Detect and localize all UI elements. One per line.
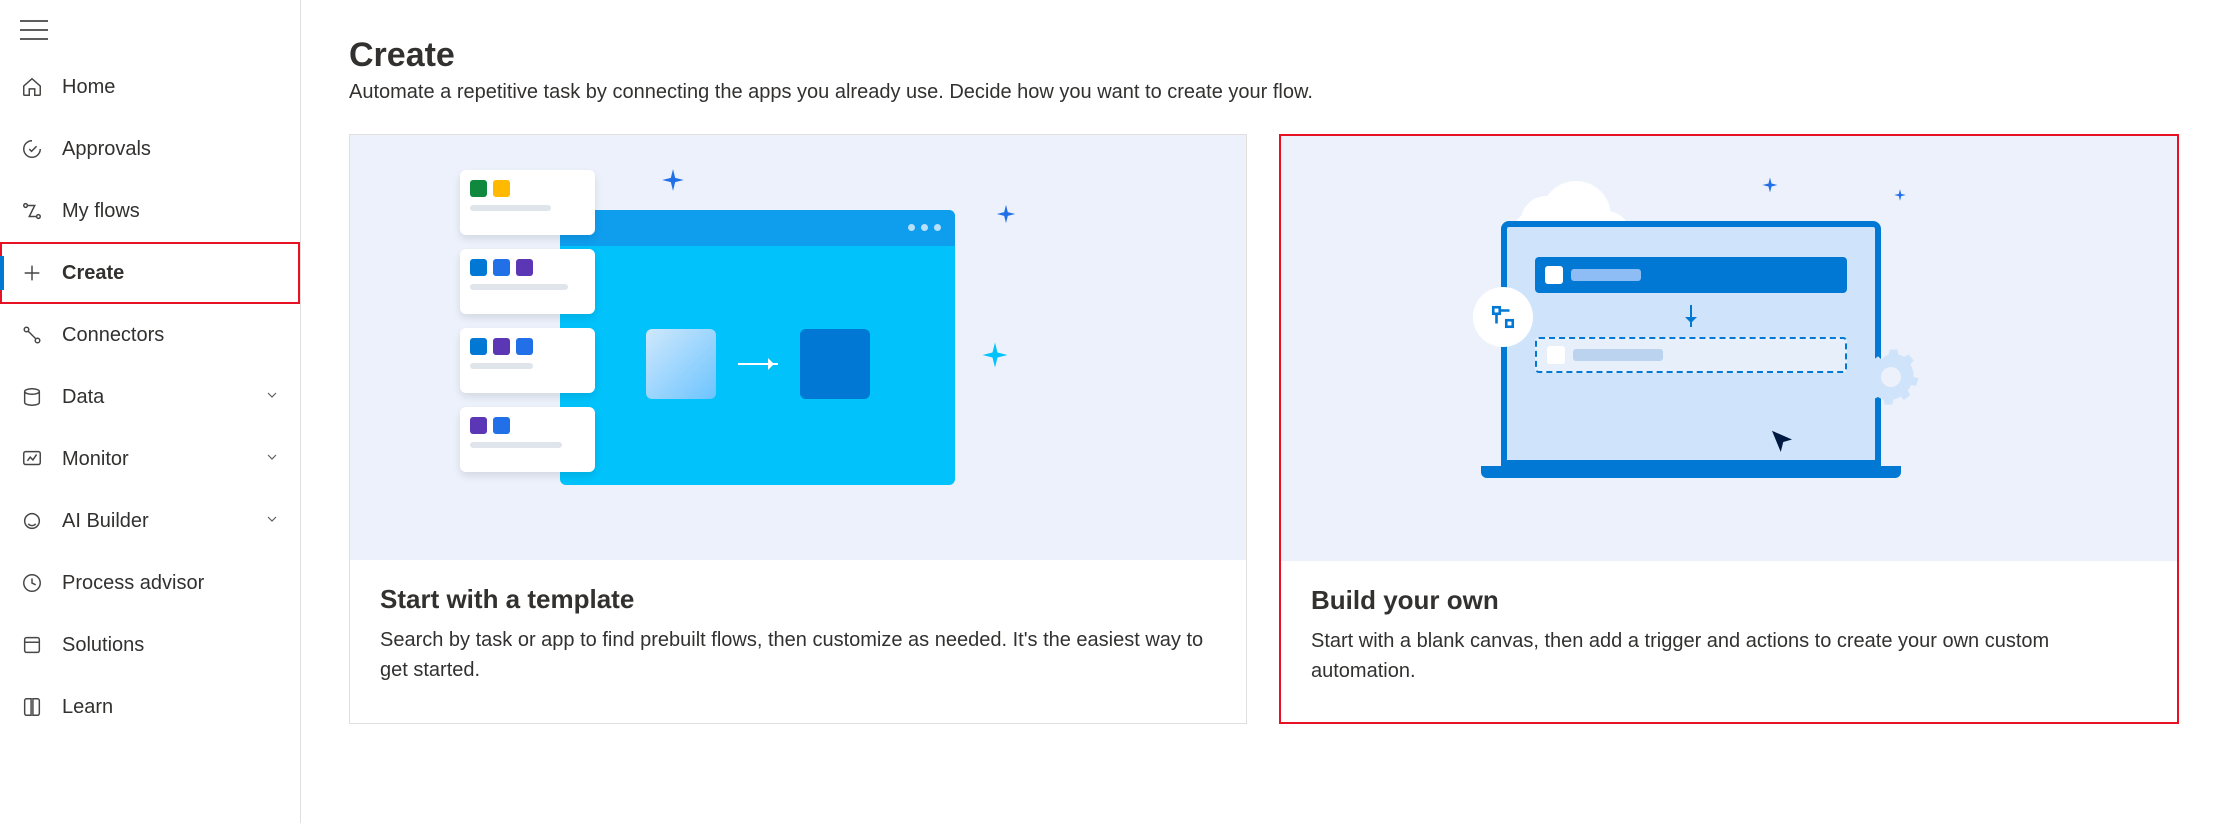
sidebar-item-label: Learn (62, 696, 113, 719)
sidebar-item-label: Home (62, 76, 115, 99)
sidebar-item-connectors[interactable]: Connectors (0, 304, 300, 366)
card-illustration (1281, 136, 2177, 561)
solutions-icon (20, 633, 44, 657)
page-title: Create (349, 36, 2179, 75)
sidebar-item-create[interactable]: Create (0, 242, 300, 304)
sidebar-item-label: Connectors (62, 324, 164, 347)
approvals-icon (20, 137, 44, 161)
sidebar-item-process-advisor[interactable]: Process advisor (0, 552, 300, 614)
data-icon (20, 385, 44, 409)
sidebar-item-label: Process advisor (62, 572, 204, 595)
ai-icon (20, 509, 44, 533)
sidebar-item-label: Data (62, 386, 104, 409)
learn-icon (20, 695, 44, 719)
sidebar: Home Approvals My flows Create Connector… (0, 0, 301, 823)
sidebar-item-label: Solutions (62, 634, 144, 657)
sparkle-icon (1893, 188, 1907, 202)
cards-row: Start with a template Search by task or … (349, 134, 2179, 724)
sidebar-item-approvals[interactable]: Approvals (0, 118, 300, 180)
laptop-illustration (1481, 221, 1901, 496)
sparkle-icon (995, 203, 1017, 225)
card-description: Search by task or app to find prebuilt f… (380, 625, 1216, 685)
window-illustration (560, 210, 955, 485)
sparkle-icon (1761, 176, 1779, 194)
gear-icon (1861, 347, 1921, 407)
sidebar-item-my-flows[interactable]: My flows (0, 180, 300, 242)
home-icon (20, 75, 44, 99)
chip-stack-illustration (460, 170, 595, 472)
card-body: Build your own Start with a blank canvas… (1281, 561, 2177, 722)
sidebar-item-learn[interactable]: Learn (0, 676, 300, 738)
sidebar-item-solutions[interactable]: Solutions (0, 614, 300, 676)
sidebar-item-home[interactable]: Home (0, 56, 300, 118)
sidebar-item-data[interactable]: Data (0, 366, 300, 428)
hamburger-icon[interactable] (20, 20, 48, 40)
cursor-icon (1767, 427, 1797, 462)
sparkle-icon (980, 340, 1010, 370)
card-description: Start with a blank canvas, then add a tr… (1311, 626, 2147, 686)
monitor-icon (20, 447, 44, 471)
flow-icon (1473, 287, 1533, 347)
flows-icon (20, 199, 44, 223)
sidebar-item-label: Create (62, 262, 124, 285)
sidebar-item-label: My flows (62, 200, 140, 223)
sidebar-item-monitor[interactable]: Monitor (0, 428, 300, 490)
plus-icon (20, 261, 44, 285)
card-body: Start with a template Search by task or … (350, 560, 1246, 721)
sidebar-item-label: Monitor (62, 448, 129, 471)
card-build-your-own[interactable]: Build your own Start with a blank canvas… (1279, 134, 2179, 724)
chevron-down-icon (264, 386, 280, 409)
card-title: Start with a template (380, 584, 1216, 615)
sidebar-item-ai-builder[interactable]: AI Builder (0, 490, 300, 552)
page-subtitle: Automate a repetitive task by connecting… (349, 81, 2179, 104)
sparkle-icon (660, 167, 686, 193)
card-illustration (350, 135, 1246, 560)
card-title: Build your own (1311, 585, 2147, 616)
process-icon (20, 571, 44, 595)
sidebar-item-label: Approvals (62, 138, 151, 161)
chevron-down-icon (264, 510, 280, 533)
sidebar-item-label: AI Builder (62, 510, 149, 533)
chevron-down-icon (264, 448, 280, 471)
card-start-with-template[interactable]: Start with a template Search by task or … (349, 134, 1247, 724)
connectors-icon (20, 323, 44, 347)
hamburger-row (0, 10, 300, 56)
main-content: Create Automate a repetitive task by con… (301, 0, 2227, 823)
